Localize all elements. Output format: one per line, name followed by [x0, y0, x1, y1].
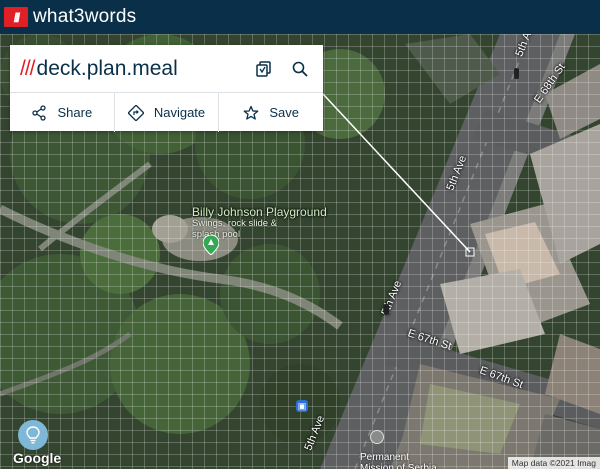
google-logo: Google — [13, 450, 62, 466]
search-icon — [292, 61, 308, 77]
address-row: /// deck.plan.meal — [10, 45, 323, 92]
share-icon — [32, 104, 47, 121]
address-card: /// deck.plan.meal Share Navigate Save — [10, 45, 323, 132]
copy-button[interactable] — [253, 58, 275, 80]
save-button[interactable]: Save — [218, 93, 323, 132]
save-label: Save — [269, 105, 299, 120]
three-word-address[interactable]: deck.plan.meal — [37, 57, 178, 81]
map-attribution[interactable]: Map data ©2021 Imag — [507, 457, 600, 469]
navigate-icon — [127, 104, 144, 121]
what3words-logo-icon: /// — [4, 7, 28, 27]
copy-icon — [256, 61, 271, 77]
navigate-button[interactable]: Navigate — [113, 93, 219, 132]
share-label: Share — [57, 105, 93, 120]
traffic-light-icon — [514, 68, 519, 79]
traffic-light-icon — [384, 304, 389, 315]
app-name: what3words — [33, 6, 137, 27]
playground-pin-icon[interactable] — [203, 235, 219, 255]
star-icon — [244, 105, 259, 120]
address-slashes: /// — [20, 56, 35, 80]
app-header: /// what3words — [0, 0, 600, 34]
navigate-label: Navigate — [153, 105, 206, 120]
permanent-mission-text: Permanent Mission of Serbia — [360, 452, 437, 469]
permanent-mission-label: Permanent Mission of Serbia — [360, 452, 437, 469]
bus-stop-icon[interactable]: ▣ — [296, 400, 308, 412]
place-pin-icon[interactable] — [370, 430, 384, 444]
poi-title[interactable]: Billy Johnson Playground — [192, 205, 327, 219]
locate-me-button[interactable] — [18, 420, 48, 450]
lightbulb-icon — [26, 426, 40, 444]
card-actions: Share Navigate Save — [10, 92, 323, 132]
share-button[interactable]: Share — [10, 93, 114, 132]
search-button[interactable] — [289, 58, 311, 80]
